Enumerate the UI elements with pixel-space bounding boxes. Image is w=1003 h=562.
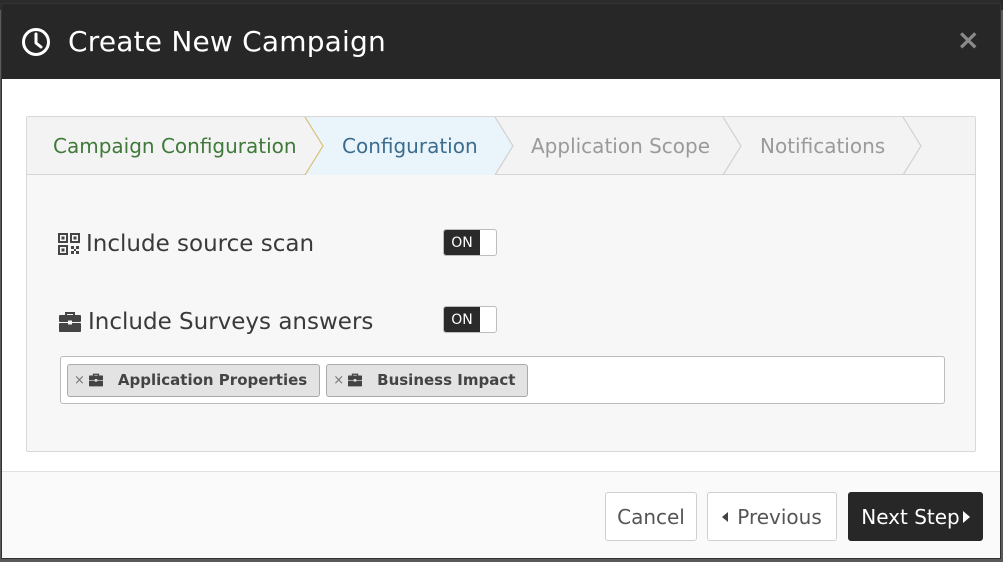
source-scan-row: Include source scan — [58, 231, 314, 257]
modal-body: Campaign Configuration Configuration App… — [2, 79, 1000, 472]
previous-button[interactable]: Previous — [707, 492, 837, 541]
step-notifications[interactable]: Notifications — [760, 117, 885, 175]
remove-tag-button[interactable]: × — [333, 373, 344, 388]
modal-footer: Cancel Previous Next Step — [2, 471, 1000, 558]
step-configuration[interactable]: Configuration — [342, 117, 478, 175]
briefcase-icon — [348, 373, 363, 387]
source-scan-toggle[interactable]: ON — [443, 229, 497, 256]
tag-label: Application Properties — [117, 371, 308, 389]
briefcase-icon — [59, 312, 81, 332]
surveys-toggle[interactable]: ON — [443, 306, 497, 333]
modal-header: Create New Campaign × — [2, 4, 1000, 79]
qrcode-icon — [58, 233, 80, 255]
wizard-panel: Campaign Configuration Configuration App… — [26, 116, 976, 452]
remove-tag-button[interactable]: × — [74, 373, 85, 388]
surveys-label: Include Surveys answers — [88, 309, 374, 335]
modal-title: Create New Campaign — [68, 25, 386, 58]
caret-right-icon — [962, 510, 970, 523]
next-step-button[interactable]: Next Step — [848, 492, 983, 541]
surveys-tag-input[interactable]: × Application Properties × Business Impa… — [60, 356, 945, 404]
tag-application-properties: × Application Properties — [67, 363, 321, 397]
source-scan-label: Include source scan — [86, 231, 315, 257]
cancel-button[interactable]: Cancel — [605, 492, 697, 541]
create-campaign-modal: Create New Campaign × Campaign Configura… — [1, 3, 1001, 559]
tag-label: Business Impact — [377, 371, 516, 389]
toggle-on-label: ON — [444, 230, 480, 255]
surveys-row: Include Surveys answers — [58, 309, 373, 335]
caret-left-icon — [722, 511, 729, 522]
tag-business-impact: × Business Impact — [326, 363, 529, 397]
briefcase-icon — [88, 373, 103, 387]
toggle-on-label: ON — [444, 307, 480, 332]
wizard-steps: Campaign Configuration Configuration App… — [27, 117, 975, 175]
step-application-scope[interactable]: Application Scope — [531, 117, 710, 175]
close-button[interactable]: × — [957, 26, 980, 54]
step-campaign-configuration[interactable]: Campaign Configuration — [53, 117, 297, 175]
clock-icon — [22, 27, 50, 56]
